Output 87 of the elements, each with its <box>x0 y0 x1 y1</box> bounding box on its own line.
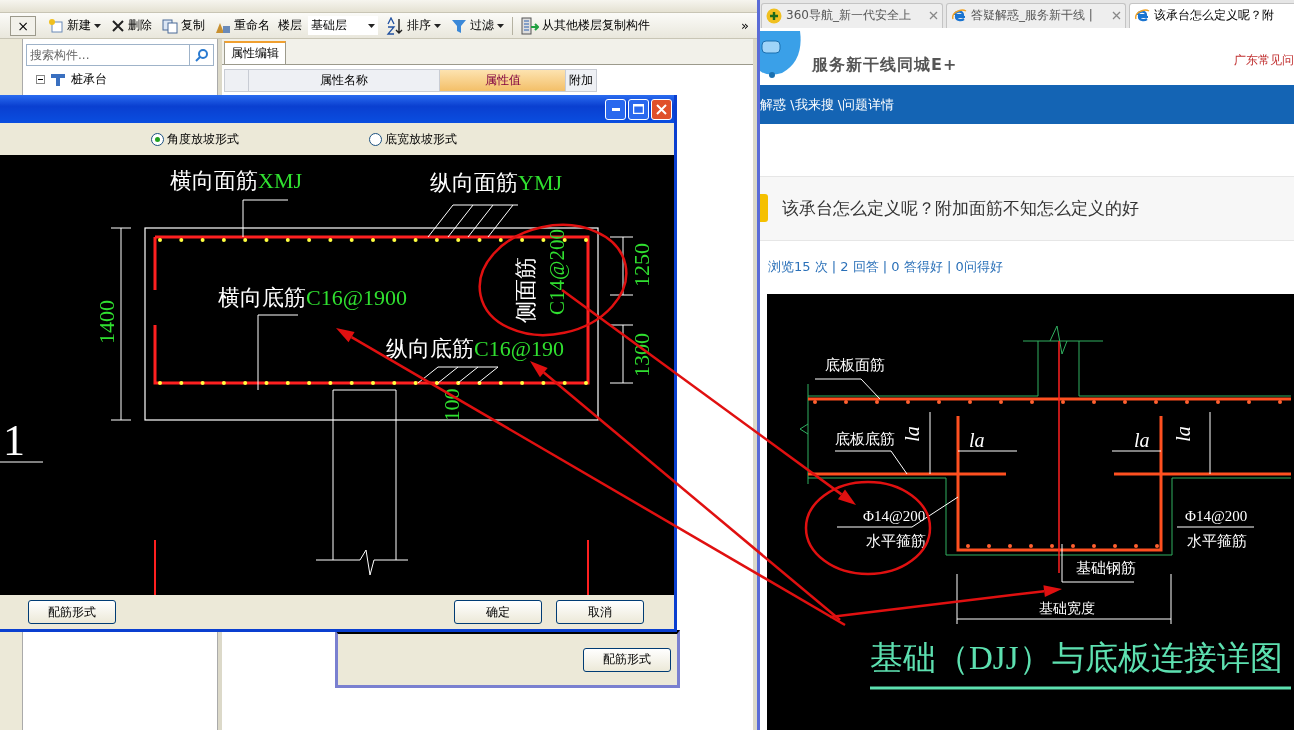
dimension-text: 1400 <box>94 300 119 344</box>
sort-icon <box>386 16 404 35</box>
column-header[interactable]: 附加 <box>566 69 597 92</box>
question-title: 该承台怎么定义呢？附加面筋不知怎么定义的好 <box>782 196 1139 220</box>
maximize-button[interactable] <box>628 98 649 120</box>
close-icon[interactable] <box>929 11 938 21</box>
close-icon[interactable] <box>1112 11 1121 21</box>
caret-icon <box>434 23 441 28</box>
rebar-label: 底板面筋 <box>825 357 885 373</box>
dialog-button[interactable]: 取消 <box>556 600 644 624</box>
dimension-text: 1250 <box>629 243 654 287</box>
new-icon <box>48 17 64 34</box>
close-icon <box>656 103 667 115</box>
caret-icon <box>368 23 375 28</box>
browser-icon <box>951 7 967 24</box>
title-marker <box>760 194 768 223</box>
radio-button[interactable] <box>151 132 164 146</box>
plus-icon <box>766 7 782 24</box>
floor-value: 基础层 <box>311 17 347 34</box>
browser-tab[interactable]: 该承台怎么定义呢？附 <box>1129 2 1294 28</box>
section-mark: 1 <box>3 416 25 465</box>
bar-label: 纵向底筋C16@190 <box>386 336 564 361</box>
pile-cap-icon <box>50 72 66 87</box>
dimension-text: 100 <box>439 388 464 422</box>
floors-icon <box>521 16 539 35</box>
toolbar-button[interactable]: 复制 <box>160 14 207 37</box>
toolbar-button[interactable]: 删除 <box>109 14 154 37</box>
radio-option[interactable]: 角度放坡形式 <box>151 130 239 148</box>
search-icon <box>194 48 209 62</box>
logo-subtitle: 服务新干线同城E+ <box>812 54 958 76</box>
rebar-label: 基础钢筋 <box>1076 560 1136 576</box>
toolbar-button[interactable]: 重命名 <box>213 14 272 37</box>
floor-dropdown[interactable]: 基础层 <box>308 16 378 35</box>
bar-label: 横向底筋C16@1900 <box>218 285 407 310</box>
column-header[interactable]: 属性名称 <box>249 69 440 92</box>
dimension-label: la <box>969 429 985 451</box>
toolbar-button[interactable]: 新建 <box>46 14 103 37</box>
close-button[interactable] <box>651 98 672 120</box>
radio-button[interactable] <box>369 132 382 146</box>
spec-label: Φ14@200 <box>1185 508 1248 524</box>
browser-tab[interactable]: 360导航_新一代安全上 <box>761 2 943 28</box>
minimize-icon <box>611 107 620 111</box>
dimension-text: 1300 <box>629 333 654 377</box>
dimension-label: la <box>1134 429 1150 451</box>
search-button[interactable] <box>190 44 214 66</box>
figure-title: 基础（DJJ）与底板连接详图 <box>870 640 1283 676</box>
caret-icon <box>497 23 504 28</box>
column-header[interactable]: 属性值 <box>440 69 566 92</box>
radio-label: 底宽放坡形式 <box>385 130 457 148</box>
toolbar-button[interactable]: 排序 <box>384 14 443 37</box>
toolbar-overflow-button[interactable]: » <box>739 18 751 33</box>
spec-label: Φ14@200 <box>863 508 926 524</box>
floor-label: 楼层 <box>278 17 302 34</box>
rebar-label: 水平箍筋 <box>1187 533 1247 549</box>
bar-label: 横向面筋XMJ <box>170 168 302 193</box>
question-stats: 浏览15 次 | 2 回答 | 0 答得好 | 0问得好 <box>768 258 1003 277</box>
side-bar-label: 侧面筋 <box>513 257 538 323</box>
breadcrumb: 解惑 \我来搜 \问题详情 <box>760 95 895 114</box>
browser-icon <box>1134 7 1150 24</box>
delete-icon <box>111 18 125 33</box>
reinforcement-button[interactable]: 配筋形式 <box>28 600 116 624</box>
copy-icon <box>162 17 178 34</box>
caret-icon <box>94 23 101 28</box>
browser-tab[interactable]: 答疑解惑_服务新干线 | <box>946 2 1126 28</box>
row-header-corner <box>224 69 249 92</box>
dialog-button[interactable]: 确定 <box>454 600 542 624</box>
dimension-label: 基础宽度 <box>1039 601 1095 616</box>
reinforcement-button[interactable]: 配筋形式 <box>583 647 671 672</box>
bar-label: 纵向面筋YMJ <box>430 170 562 195</box>
panel-close-button[interactable]: × <box>10 15 36 36</box>
collapse-icon[interactable] <box>36 75 45 84</box>
property-tab[interactable]: 属性编辑 <box>224 41 286 64</box>
rebar-label: 底板底筋 <box>835 431 895 447</box>
maximize-icon <box>633 104 644 114</box>
radio-option[interactable]: 底宽放坡形式 <box>369 130 457 148</box>
search-field[interactable]: 搜索构件... <box>26 44 190 66</box>
rebar-label: 水平箍筋 <box>866 533 926 549</box>
dimension-label: la <box>1172 426 1194 442</box>
minimize-button[interactable] <box>605 98 626 120</box>
radio-label: 角度放坡形式 <box>167 130 239 148</box>
toolbar-button[interactable]: 从其他楼层复制构件 <box>519 14 652 37</box>
filter-icon <box>451 17 467 34</box>
header-link[interactable]: 广东常见问 <box>1234 51 1294 69</box>
toolbar-button[interactable]: 过滤 <box>449 14 506 37</box>
side-bar-spec: C14@200 <box>545 229 569 315</box>
dimension-label: la <box>901 426 923 442</box>
tree-item[interactable]: 桩承台 <box>71 71 107 88</box>
